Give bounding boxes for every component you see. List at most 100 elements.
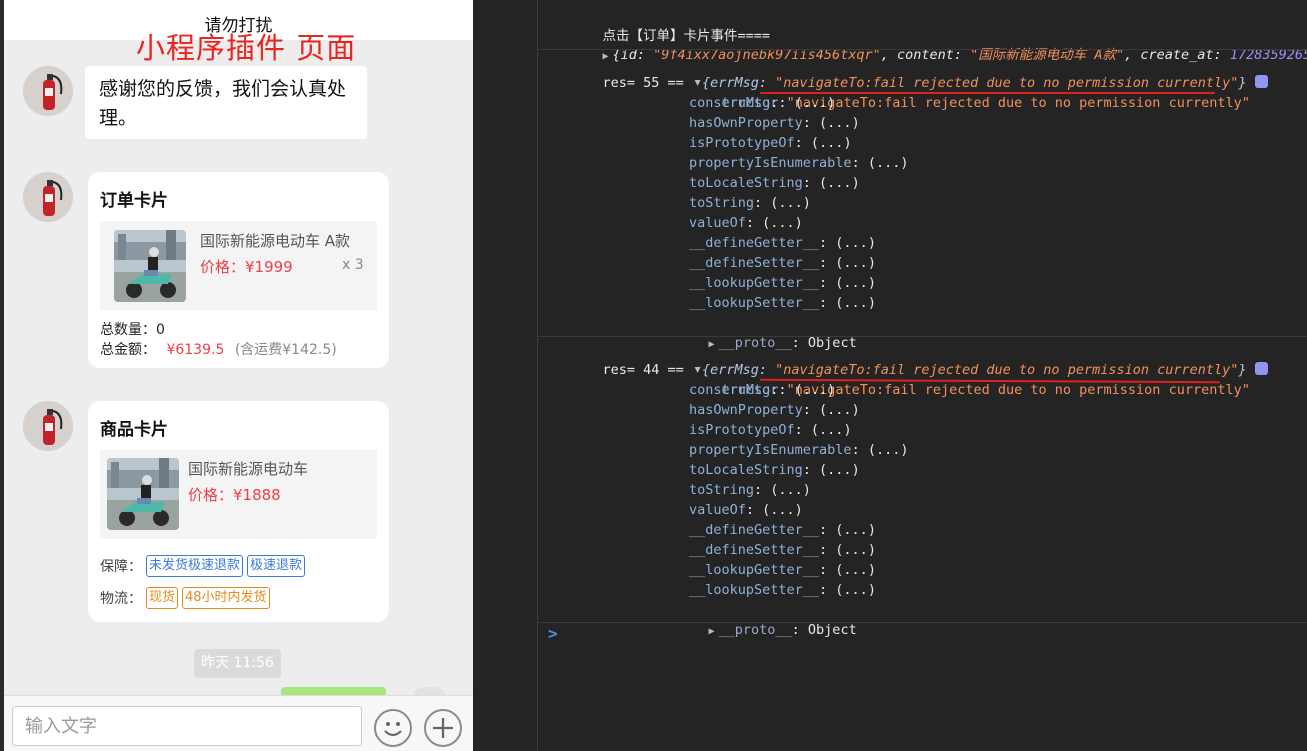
entry-separator [538, 49, 1307, 50]
proto-method-line[interactable]: isPrototypeOf: (...) [689, 133, 852, 153]
method-name: toString [689, 195, 755, 211]
method-getter: : (...) [819, 582, 876, 598]
method-getter: : (...) [851, 442, 909, 458]
info-icon[interactable] [1254, 75, 1268, 88]
proto-method-line[interactable]: __lookupSetter__: (...) [689, 293, 876, 313]
proto-method-line[interactable]: propertyIsEnumerable: (...) [689, 153, 908, 173]
proto-method-line[interactable]: __lookupGetter__: (...) [689, 560, 876, 580]
res-label: res= 55 == [602, 75, 684, 91]
method-name: __defineSetter__ [689, 255, 820, 271]
proto-method-line[interactable]: toString: (...) [689, 193, 811, 213]
proto-method-line[interactable]: __defineGetter__: (...) [689, 520, 876, 540]
scooter-photo-icon [107, 458, 179, 530]
total-qty-value: 0 [156, 322, 165, 338]
method-getter: : (...) [754, 195, 811, 211]
method-getter: : (...) [819, 522, 876, 538]
product-name: 国际新能源电动车 [188, 460, 309, 478]
plus-button[interactable] [424, 709, 462, 747]
product-price: 价格：¥1888 [188, 486, 281, 504]
proto-method-line[interactable]: constructor: (...) [689, 93, 835, 113]
proto-method-line[interactable]: constructor: (...) [689, 380, 835, 400]
method-name: __lookupGetter__ [689, 562, 820, 578]
order-card[interactable]: 订单卡片 国际新能源电动车 A款 价格：¥1999 x 3 总数量：0 总金额：… [88, 172, 389, 368]
proto-method-line[interactable]: hasOwnProperty: (...) [689, 113, 860, 133]
method-name: propertyIsEnumerable [689, 442, 852, 458]
entry-separator [538, 622, 1307, 623]
product-card[interactable]: 商品卡片 国际新能源电动车 价格：¥1888 保障： 未发货极速退款 极速退款 … [88, 401, 389, 622]
proto-method-line[interactable]: valueOf: (...) [689, 500, 803, 520]
message-input[interactable] [12, 706, 362, 746]
method-getter: : (...) [819, 275, 876, 291]
avatar[interactable] [23, 66, 73, 116]
method-getter: : (...) [794, 135, 852, 151]
method-getter: : (...) [794, 422, 852, 438]
proto-method-line[interactable]: toString: (...) [689, 480, 811, 500]
info-icon[interactable] [1254, 362, 1268, 375]
method-getter: : (...) [802, 175, 860, 191]
proto-method-line[interactable]: __defineGetter__: (...) [689, 233, 876, 253]
method-name: valueOf [689, 502, 746, 518]
avatar[interactable] [23, 172, 73, 222]
method-name: constructor [689, 382, 779, 398]
proto-method-line[interactable]: __lookupSetter__: (...) [689, 580, 876, 600]
fire-extinguisher-avatar-icon [23, 172, 73, 222]
phone-screen: 请勿打扰 小程序插件 页面 感谢您的反馈，我们会认真处理。 订单卡片 国际新能源… [4, 0, 473, 751]
method-getter: : (...) [819, 295, 876, 311]
fire-extinguisher-avatar-icon [23, 66, 73, 116]
annotation-label: 小程序插件 页面 [136, 31, 357, 65]
method-getter: : (...) [819, 562, 876, 578]
method-name: isPrototypeOf [689, 422, 795, 438]
proto-method-line[interactable]: isPrototypeOf: (...) [689, 420, 852, 440]
proto-method-line[interactable]: toLocaleString: (...) [689, 460, 860, 480]
logistics-tag: 现货 [146, 587, 179, 609]
total-amount: 总金额： ¥6139.5 (含运费¥142.5) [100, 339, 337, 359]
order-product-price: 价格：¥1999 [200, 258, 293, 276]
method-getter: : (...) [745, 215, 803, 231]
proto-line[interactable]: ▶ __proto__: Object [676, 600, 857, 662]
guarantee-label: 保障： [100, 559, 142, 575]
method-getter: : (...) [778, 95, 836, 111]
order-product-qty: x 3 [342, 257, 364, 273]
avatar[interactable] [23, 401, 73, 451]
method-name: __lookupSetter__ [689, 582, 820, 598]
emoji-button[interactable] [374, 709, 412, 747]
method-getter: : (...) [802, 115, 860, 131]
method-name: toLocaleString [689, 175, 803, 191]
method-name: constructor [689, 95, 779, 111]
order-card-title: 订单卡片 [100, 191, 168, 211]
shipping-fee-note: (含运费¥142.5) [234, 342, 337, 358]
proto-method-line[interactable]: toLocaleString: (...) [689, 173, 860, 193]
console-prompt[interactable]: > [548, 624, 558, 643]
proto-method-line[interactable]: __defineSetter__: (...) [689, 540, 876, 560]
method-name: toLocaleString [689, 462, 803, 478]
expand-triangle-icon[interactable]: ▶ [709, 622, 719, 642]
order-product-name: 国际新能源电动车 A款 [200, 232, 351, 250]
proto-method-line[interactable]: propertyIsEnumerable: (...) [689, 440, 908, 460]
res-label: res= 44 == [602, 362, 684, 378]
logistics-row: 物流： 现货 48小时内发货 [100, 587, 270, 609]
guarantee-tag: 未发货极速退款 [146, 555, 244, 577]
total-amount-label: 总金额： [100, 342, 156, 358]
method-name: __lookupSetter__ [689, 295, 820, 311]
input-bar [4, 695, 473, 751]
product-thumbnail [114, 230, 186, 302]
method-name: valueOf [689, 215, 746, 231]
proto-method-line[interactable]: hasOwnProperty: (...) [689, 400, 860, 420]
method-name: hasOwnProperty [689, 115, 803, 131]
plus-icon [433, 718, 453, 738]
total-quantity: 总数量：0 [100, 319, 165, 339]
scooter-photo-icon [114, 230, 186, 302]
method-getter: : (...) [819, 542, 876, 558]
proto-method-line[interactable]: __lookupGetter__: (...) [689, 273, 876, 293]
devtools-console[interactable]: 点击【订单】卡片事件==== ▶ {id: "9f4ixx7aojnebk97ii… [537, 0, 1307, 751]
proto-method-line[interactable]: valueOf: (...) [689, 213, 803, 233]
proto-method-line[interactable]: __defineSetter__: (...) [689, 253, 876, 273]
product-item-row[interactable]: 国际新能源电动车 价格：¥1888 [100, 450, 377, 539]
fire-extinguisher-avatar-icon [23, 401, 73, 451]
product-card-title: 商品卡片 [100, 420, 168, 440]
method-getter: : (...) [819, 255, 876, 271]
order-item-row[interactable]: 国际新能源电动车 A款 价格：¥1999 x 3 [100, 221, 377, 310]
method-getter: : (...) [802, 462, 860, 478]
timestamp-chip: 昨天 11:56 [194, 649, 281, 678]
guarantee-row: 保障： 未发货极速退款 极速退款 [100, 555, 306, 577]
